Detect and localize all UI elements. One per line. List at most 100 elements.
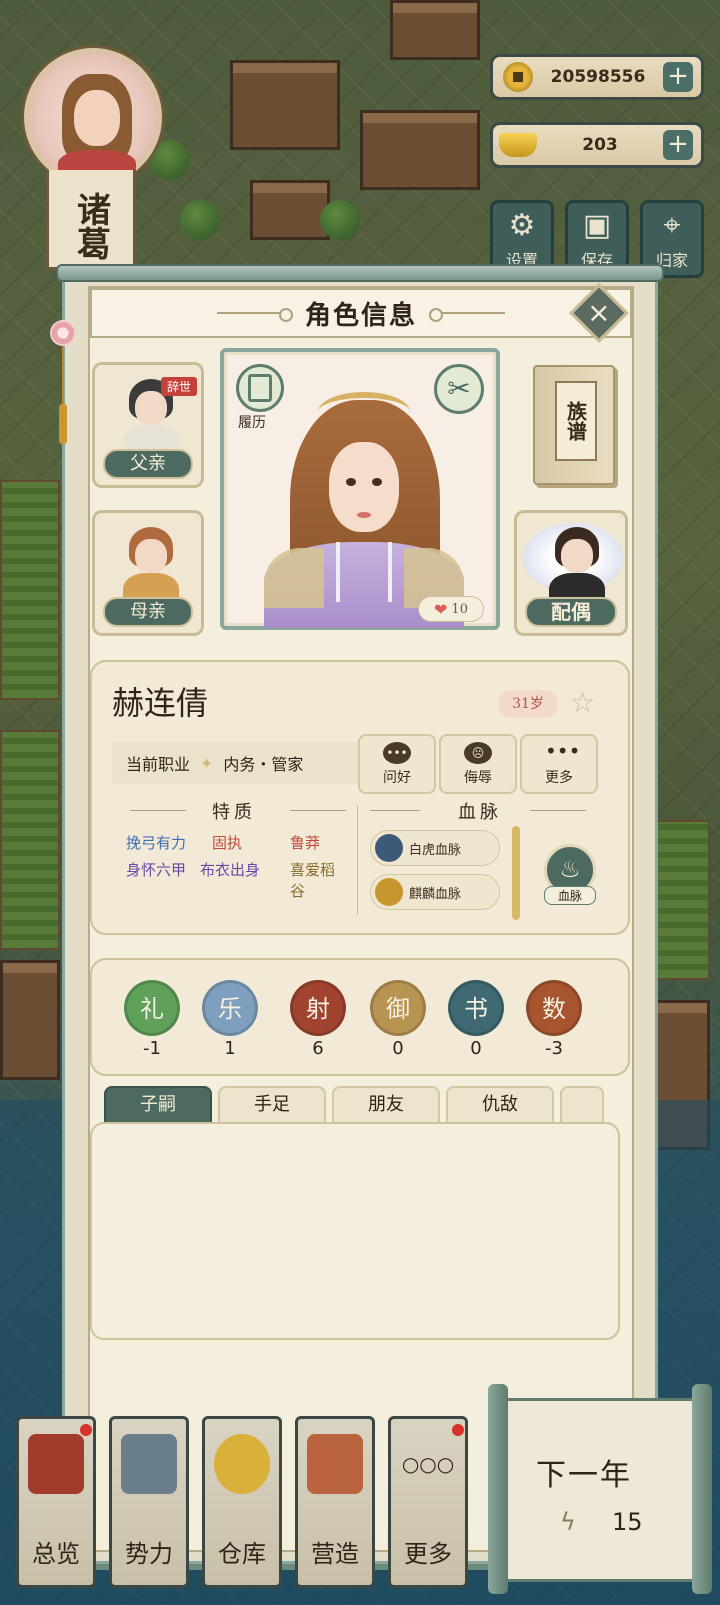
document-icon	[248, 374, 272, 402]
resume-button[interactable]	[236, 364, 284, 412]
coin-counter: 20598556 +	[490, 54, 704, 100]
more-actions-label: 更多	[545, 769, 573, 786]
trait-item[interactable]: 喜爱稻谷	[274, 859, 348, 901]
more-icon: ○○○	[401, 1452, 455, 1476]
next-year-button[interactable]: 下一年 ϟ 15	[488, 1384, 712, 1594]
art-yue-icon: 乐	[202, 980, 258, 1036]
trait-item[interactable]: 挽弓有力	[126, 832, 200, 853]
add-coins-button[interactable]: +	[663, 62, 693, 92]
art-math-value: -3	[545, 1038, 563, 1059]
occupation-value: 内务・管家	[223, 755, 304, 774]
palace-icon	[121, 1434, 177, 1494]
art-li-value: -1	[143, 1038, 161, 1059]
heart-icon: ❤	[434, 599, 448, 619]
spouse-card[interactable]: 配偶	[514, 510, 628, 636]
bloodline-button[interactable]: ♨ 血脉	[544, 844, 596, 908]
nav-warehouse-label: 仓库	[218, 1540, 266, 1568]
insult-label: 侮辱	[464, 769, 492, 786]
art-yue-value: 1	[224, 1038, 236, 1059]
ellipsis-icon: •••	[545, 738, 581, 763]
bloodline-divider-right	[530, 810, 586, 811]
art-li: 礼 -1	[122, 980, 182, 1059]
angry-face-icon: ☹	[464, 741, 492, 764]
resume-label: 履历	[238, 415, 266, 431]
coin-value: 20598556	[550, 67, 646, 87]
deceased-badge: 辞世	[160, 377, 197, 396]
family-name-text: 诸葛	[70, 192, 111, 260]
player-avatar[interactable]	[24, 48, 162, 186]
save-icon: ▣	[582, 208, 612, 243]
mother-card[interactable]: 母亲	[92, 510, 204, 636]
nav-overview[interactable]: 总览	[16, 1416, 96, 1588]
traits-list: 挽弓有力 固执 鲁莽 身怀六甲 布衣出身 喜爱稻谷	[126, 832, 348, 901]
art-yu-icon: 御	[370, 980, 426, 1036]
nav-construction-label: 营造	[311, 1540, 359, 1568]
genealogy-label: 族谱	[563, 401, 588, 441]
bloodline-label: 麒麟血脉	[409, 886, 462, 902]
tab-children[interactable]: 子嗣	[104, 1086, 212, 1122]
greet-button[interactable]: ••• 问好	[358, 734, 436, 794]
section-divider	[357, 805, 358, 915]
trait-item[interactable]: 身怀六甲	[126, 859, 200, 901]
traits-divider-right	[290, 810, 346, 811]
close-icon: ×	[587, 295, 611, 329]
copper-coin-icon	[503, 62, 533, 92]
occupation-label: 当前职业	[126, 755, 191, 774]
art-shu-math: 数 -3	[524, 980, 584, 1059]
favorite-star-icon[interactable]: ☆	[570, 686, 595, 719]
nav-warehouse[interactable]: 仓库	[202, 1416, 282, 1588]
nav-forces[interactable]: 势力	[109, 1416, 189, 1588]
mother-portrait	[123, 527, 179, 613]
spouse-label: 配偶	[525, 597, 617, 627]
home-pin-icon: ⌖	[663, 208, 681, 243]
art-yu-value: 0	[392, 1038, 404, 1059]
art-shu: 书 0	[446, 980, 506, 1059]
age-badge: 31岁	[498, 690, 558, 718]
nav-construction[interactable]: 营造	[295, 1416, 375, 1588]
occupation-row: 当前职业 ✦ 内务・管家	[112, 742, 360, 784]
traits-divider-left	[130, 810, 186, 811]
art-math-icon: 数	[526, 980, 582, 1036]
notification-dot	[80, 1424, 92, 1436]
genealogy-book[interactable]: 族谱	[533, 365, 615, 485]
more-actions-button[interactable]: ••• 更多	[520, 734, 598, 794]
nav-more[interactable]: ○○○ 更多	[388, 1416, 468, 1588]
art-she: 射 6	[288, 980, 348, 1059]
panel-title-bar: 角色信息	[90, 288, 632, 338]
father-label: 父亲	[103, 449, 193, 479]
bloodline-item-white-tiger[interactable]: 白虎血脉	[370, 830, 500, 866]
bloodline-title: 血脉	[458, 802, 502, 823]
scissor-icon: ✂	[447, 372, 471, 405]
energy-count: 15	[612, 1508, 643, 1536]
tab-friends[interactable]: 朋友	[332, 1086, 440, 1122]
family-name-banner: 诸葛	[46, 170, 136, 270]
next-year-label: 下一年	[536, 1458, 632, 1493]
add-ingots-button[interactable]: +	[663, 130, 693, 160]
tab-enemies[interactable]: 仇敌	[446, 1086, 554, 1122]
trait-item[interactable]: 布衣出身	[200, 859, 274, 901]
scissor-comb-button[interactable]: ✂	[434, 364, 484, 414]
bloodline-scrollbar[interactable]	[512, 826, 520, 920]
bloodline-item-qilin[interactable]: 麒麟血脉	[370, 874, 500, 910]
bloodline-divider-left	[370, 810, 420, 811]
bloodline-button-label: 血脉	[544, 886, 596, 905]
panel-scroll-rod	[56, 264, 664, 282]
art-she-value: 6	[312, 1038, 324, 1059]
art-li-icon: 礼	[124, 980, 180, 1036]
father-card[interactable]: 辞世 父亲	[92, 362, 204, 488]
white-tiger-icon	[375, 834, 403, 862]
trait-item[interactable]: 固执	[200, 832, 274, 853]
money-bag-icon	[214, 1434, 270, 1494]
tab-siblings[interactable]: 手足	[218, 1086, 326, 1122]
tab-overflow[interactable]	[560, 1086, 604, 1122]
spouse-portrait	[549, 527, 605, 613]
trait-item[interactable]: 鲁莽	[274, 832, 348, 853]
art-she-icon: 射	[290, 980, 346, 1036]
speech-bubble-icon: •••	[383, 741, 411, 764]
favor-badge: ❤ 10	[418, 596, 484, 622]
trowel-bricks-icon	[307, 1434, 363, 1494]
gear-icon: ⚙	[508, 208, 536, 243]
bloodline-label: 白虎血脉	[409, 842, 462, 858]
insult-button[interactable]: ☹ 侮辱	[439, 734, 517, 794]
lightning-icon: ϟ	[560, 1508, 576, 1536]
